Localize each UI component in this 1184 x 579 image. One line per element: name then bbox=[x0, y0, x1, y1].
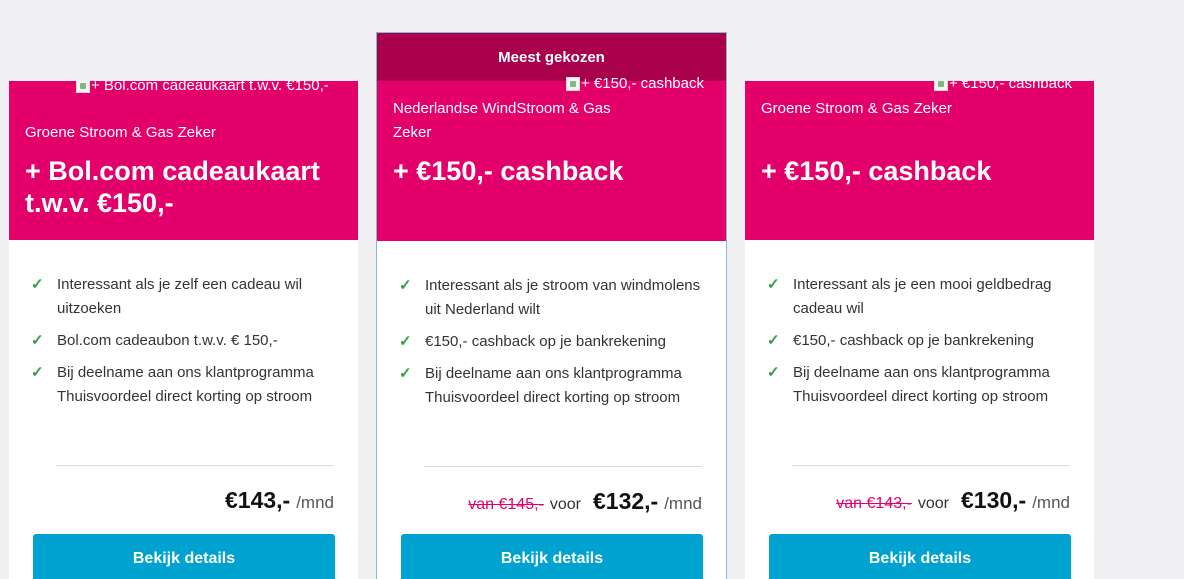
promo-image: + €150,- cashback bbox=[934, 81, 1072, 92]
check-icon: ✓ bbox=[767, 276, 780, 293]
price-unit: /mnd bbox=[1032, 493, 1070, 512]
usp-text: Interessant als je stroom van windmolens… bbox=[425, 277, 701, 318]
usp-text: Interessant als je zelf een cadeau wil u… bbox=[57, 276, 303, 317]
divider bbox=[792, 465, 1070, 466]
price-amount: €143,- bbox=[224, 487, 291, 513]
divider bbox=[424, 466, 702, 467]
broken-image-icon bbox=[76, 81, 90, 93]
plan-header: + Bol.com cadeaukaart t.w.v. €150,- Groe… bbox=[9, 81, 358, 240]
price-block: €143,- /mnd bbox=[225, 487, 334, 514]
price-block: van €143,- voor €130,- /mnd bbox=[836, 487, 1070, 514]
product-name: Groene Stroom & Gas Zeker bbox=[25, 124, 216, 141]
plan-card-3: + €150,- cashback Groene Stroom & Gas Ze… bbox=[745, 81, 1094, 579]
plan-card-2: Meest gekozen + €150,- cashback Nederlan… bbox=[376, 32, 727, 579]
check-icon: ✓ bbox=[31, 276, 44, 293]
plan-card-1: + Bol.com cadeaukaart t.w.v. €150,- Groe… bbox=[9, 81, 358, 579]
promo-image: + €150,- cashback bbox=[566, 75, 704, 92]
usp-item: ✓ €150,- cashback op je bankrekening bbox=[767, 329, 1076, 353]
usp-text: Interessant als je een mooi geldbedrag c… bbox=[793, 276, 1052, 317]
usp-item: ✓ Interessant als je een mooi geldbedrag … bbox=[767, 273, 1076, 321]
usp-text: €150,- cashback op je bankrekening bbox=[425, 333, 666, 350]
broken-image-icon bbox=[566, 76, 580, 91]
check-icon: ✓ bbox=[767, 364, 780, 381]
usp-item: ✓ Interessant als je zelf een cadeau wil … bbox=[31, 273, 340, 321]
price-amount: €130,- bbox=[960, 487, 1027, 513]
usp-item: ✓ Interessant als je stroom van windmolen… bbox=[399, 274, 708, 322]
promo-image-alt: + €150,- cashback bbox=[581, 75, 704, 92]
details-button[interactable]: Bekijk details bbox=[33, 534, 335, 579]
check-icon: ✓ bbox=[31, 364, 44, 381]
usp-item: ✓ Bij deelname aan ons klantprogramma Thu… bbox=[767, 361, 1076, 409]
usp-text: Bij deelname aan ons klantprogramma Thui… bbox=[425, 365, 682, 406]
promo-image-alt: + €150,- cashback bbox=[949, 81, 1072, 92]
price-unit: /mnd bbox=[296, 493, 334, 512]
promo-title: + €150,- cashback bbox=[761, 156, 992, 186]
promo-image-alt: + Bol.com cadeaukaart t.w.v. €150,- bbox=[91, 81, 329, 94]
product-name: Groene Stroom & Gas Zeker bbox=[761, 100, 952, 117]
check-icon: ✓ bbox=[399, 277, 412, 294]
usp-list: ✓ Interessant als je een mooi geldbedrag … bbox=[745, 240, 1094, 409]
plan-header: + €150,- cashback Groene Stroom & Gas Ze… bbox=[745, 81, 1094, 240]
price-voor-label: voor bbox=[549, 496, 581, 513]
usp-text: Bij deelname aan ons klantprogramma Thui… bbox=[57, 364, 314, 405]
usp-text: Bij deelname aan ons klantprogramma Thui… bbox=[793, 364, 1050, 405]
usp-list: ✓ Interessant als je zelf een cadeau wil … bbox=[9, 240, 358, 409]
promo-image: + Bol.com cadeaukaart t.w.v. €150,- bbox=[76, 81, 329, 94]
check-icon: ✓ bbox=[399, 333, 412, 350]
product-name: Nederlandse WindStroom & Gas Zeker bbox=[393, 100, 611, 141]
divider bbox=[56, 465, 334, 466]
details-button[interactable]: Bekijk details bbox=[769, 534, 1071, 579]
promo-title: + Bol.com cadeaukaart t.w.v. €150,- bbox=[25, 156, 320, 218]
old-price: van €145,- bbox=[468, 496, 544, 513]
usp-text: Bol.com cadeaubon t.w.v. € 150,- bbox=[57, 332, 278, 349]
promo-title: + €150,- cashback bbox=[393, 156, 624, 186]
price-voor-label: voor bbox=[917, 495, 949, 512]
usp-item: ✓ €150,- cashback op je bankrekening bbox=[399, 330, 708, 354]
price-amount: €132,- bbox=[592, 488, 659, 514]
plan-header: + €150,- cashback Nederlandse WindStroom… bbox=[377, 75, 726, 241]
usp-list: ✓ Interessant als je stroom van windmolen… bbox=[377, 241, 726, 410]
usp-item: ✓ Bij deelname aan ons klantprogramma Thu… bbox=[31, 361, 340, 409]
check-icon: ✓ bbox=[31, 332, 44, 349]
old-price: van €143,- bbox=[836, 495, 912, 512]
usp-text: €150,- cashback op je bankrekening bbox=[793, 332, 1034, 349]
broken-image-icon bbox=[934, 81, 948, 91]
check-icon: ✓ bbox=[399, 365, 412, 382]
check-icon: ✓ bbox=[767, 332, 780, 349]
details-button[interactable]: Bekijk details bbox=[401, 534, 703, 579]
most-chosen-ribbon: Meest gekozen bbox=[377, 33, 726, 81]
usp-item: ✓ Bol.com cadeaubon t.w.v. € 150,- bbox=[31, 329, 340, 353]
price-block: van €145,- voor €132,- /mnd bbox=[468, 488, 702, 515]
price-unit: /mnd bbox=[664, 494, 702, 513]
usp-item: ✓ Bij deelname aan ons klantprogramma Thu… bbox=[399, 362, 708, 410]
